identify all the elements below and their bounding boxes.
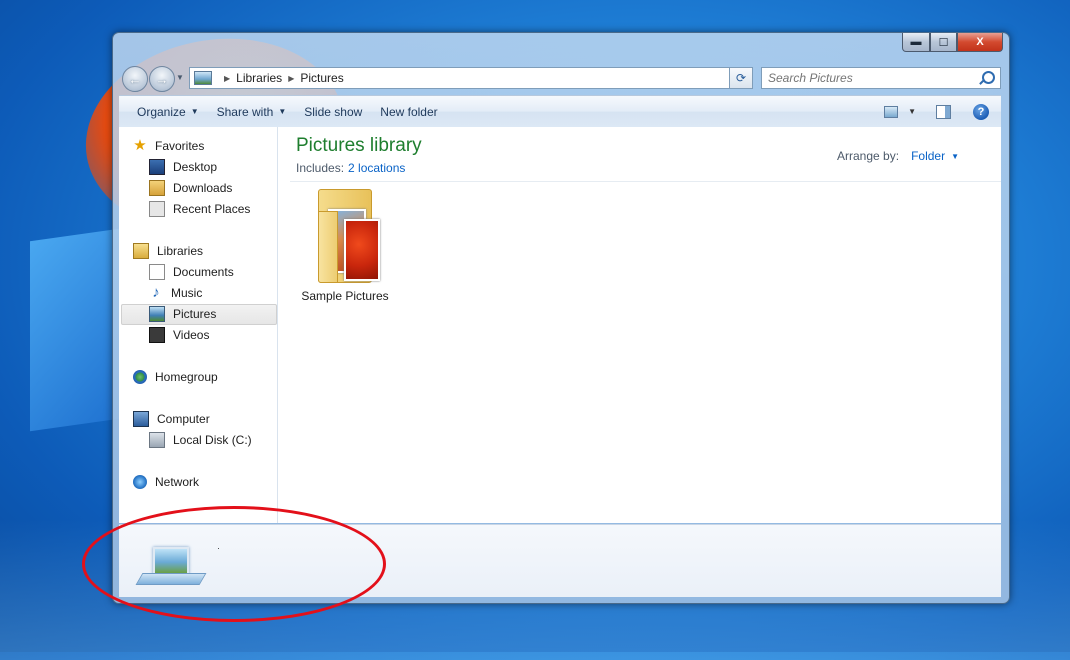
sidebar-item-label: Documents (173, 265, 234, 279)
sidebar-item-label: Downloads (173, 181, 233, 195)
forward-button[interactable]: → (149, 66, 175, 92)
downloads-icon (149, 180, 165, 196)
libraries-icon (133, 243, 149, 259)
chevron-right-icon[interactable]: ▶ (288, 74, 294, 83)
new-folder-button[interactable]: New folder (371, 96, 446, 127)
divider (290, 181, 1001, 182)
breadcrumb-libraries[interactable]: Libraries (236, 71, 282, 85)
sidebar-item-label: Libraries (157, 244, 204, 258)
arrange-by-dropdown[interactable]: Folder (911, 149, 945, 163)
sidebar-item-downloads[interactable]: Downloads (149, 178, 232, 198)
change-view-icon[interactable] (884, 105, 899, 118)
sidebar-item-label: Videos (173, 328, 210, 342)
organize-button[interactable]: Organize ▼ (128, 96, 208, 127)
sidebar-item-music[interactable]: ♪ Music (149, 283, 202, 303)
back-button[interactable]: ← (122, 66, 148, 92)
search-input[interactable] (762, 70, 980, 86)
chevron-down-icon: ▼ (190, 107, 199, 116)
library-includes: Includes: 2 locations (296, 161, 405, 175)
sidebar-item-computer[interactable]: Computer (133, 409, 210, 429)
sidebar-item-label: Recent Places (173, 202, 251, 216)
chevron-down-icon[interactable]: ▼ (951, 152, 959, 161)
arrange-label: Arrange by: (837, 149, 900, 163)
chevron-right-icon[interactable]: ▶ (224, 74, 230, 83)
network-icon (133, 475, 147, 489)
folder-item[interactable]: Sample Pictures (296, 189, 394, 303)
includes-label: Includes: (296, 161, 345, 175)
chevron-down-icon: ▼ (278, 107, 287, 116)
minimize-button[interactable]: ▬ (902, 33, 930, 52)
videos-icon (149, 327, 165, 343)
forward-arrow-icon: → (155, 71, 169, 87)
documents-icon (149, 264, 165, 280)
sidebar-item-documents[interactable]: Documents (149, 262, 234, 282)
preview-pane-icon[interactable] (936, 104, 951, 119)
back-arrow-icon: ← (128, 71, 142, 87)
sidebar-item-libraries[interactable]: Libraries (133, 241, 203, 261)
sidebar-item-favorites[interactable]: ★ Favorites (133, 136, 204, 156)
local-disk-icon (149, 432, 165, 448)
sidebar-item-desktop[interactable]: Desktop (149, 157, 217, 177)
command-bar: Organize ▼ Share with ▼ Slide show New f… (119, 95, 1001, 128)
sidebar-item-label: Computer (157, 412, 210, 426)
chevron-down-icon[interactable]: ▼ (908, 107, 916, 116)
sidebar-item-label: Favorites (155, 139, 205, 153)
sidebar-item-label: Desktop (173, 160, 218, 174)
sidebar-item-label: Music (171, 286, 203, 300)
homegroup-icon (133, 370, 147, 384)
slide-show-button[interactable]: Slide show (295, 96, 371, 127)
address-bar[interactable]: ▶ Libraries ▶ Pictures ▼ (189, 67, 751, 89)
pictures-icon (194, 71, 212, 85)
navigation-pane: ★ Favorites Desktop Downloads Recent Pla… (119, 127, 278, 523)
breadcrumb-pictures[interactable]: Pictures (300, 71, 343, 85)
caption-buttons: ▬ ☐ X (902, 33, 1003, 52)
sidebar-item-videos[interactable]: Videos (149, 325, 209, 345)
desktop-icon (149, 159, 165, 175)
arrange-by: Arrange by: Folder ▼ (837, 149, 959, 163)
sidebar-item-label: Local Disk (C:) (173, 433, 252, 447)
sidebar-item-label: Network (155, 475, 200, 489)
close-button[interactable]: X (957, 33, 1003, 52)
sidebar-item-label: Homegroup (155, 370, 218, 384)
view-controls: ▼ ? (884, 96, 1001, 127)
refresh-icon: ⟳ (735, 71, 747, 85)
search-icon[interactable] (982, 71, 995, 84)
recent-pages-dropdown[interactable]: ▼ (176, 73, 184, 82)
maximize-button[interactable]: ☐ (930, 33, 957, 52)
recent-places-icon (149, 201, 165, 217)
sidebar-item-homegroup[interactable]: Homegroup (133, 367, 218, 387)
folder-label: Sample Pictures (301, 289, 389, 303)
locations-link[interactable]: 2 locations (348, 161, 405, 175)
chevron-down-icon: ▼ (176, 73, 184, 82)
sidebar-item-local-disk[interactable]: Local Disk (C:) (149, 430, 252, 450)
search-box (761, 67, 1001, 89)
star-icon: ★ (133, 137, 147, 154)
sidebar-item-label: Pictures (173, 307, 217, 321)
folder-icon (310, 189, 380, 283)
organize-label: Organize (137, 104, 186, 119)
help-icon[interactable]: ? (973, 103, 989, 120)
refresh-button[interactable]: ⟳ (729, 67, 753, 89)
sidebar-item-pictures[interactable]: Pictures (149, 304, 216, 324)
content-pane: Pictures library Includes: 2 locations Ar… (278, 127, 1001, 523)
sidebar-item-network[interactable]: Network (133, 472, 199, 492)
computer-icon (133, 411, 149, 427)
share-with-button[interactable]: Share with ▼ (208, 96, 296, 127)
pictures-icon (149, 306, 165, 322)
page-title: Pictures library (296, 135, 422, 156)
red-circle-annotation (82, 506, 386, 622)
share-with-label: Share with (216, 104, 274, 119)
music-icon: ♪ (152, 284, 160, 301)
sidebar-item-recent-places[interactable]: Recent Places (149, 199, 250, 219)
